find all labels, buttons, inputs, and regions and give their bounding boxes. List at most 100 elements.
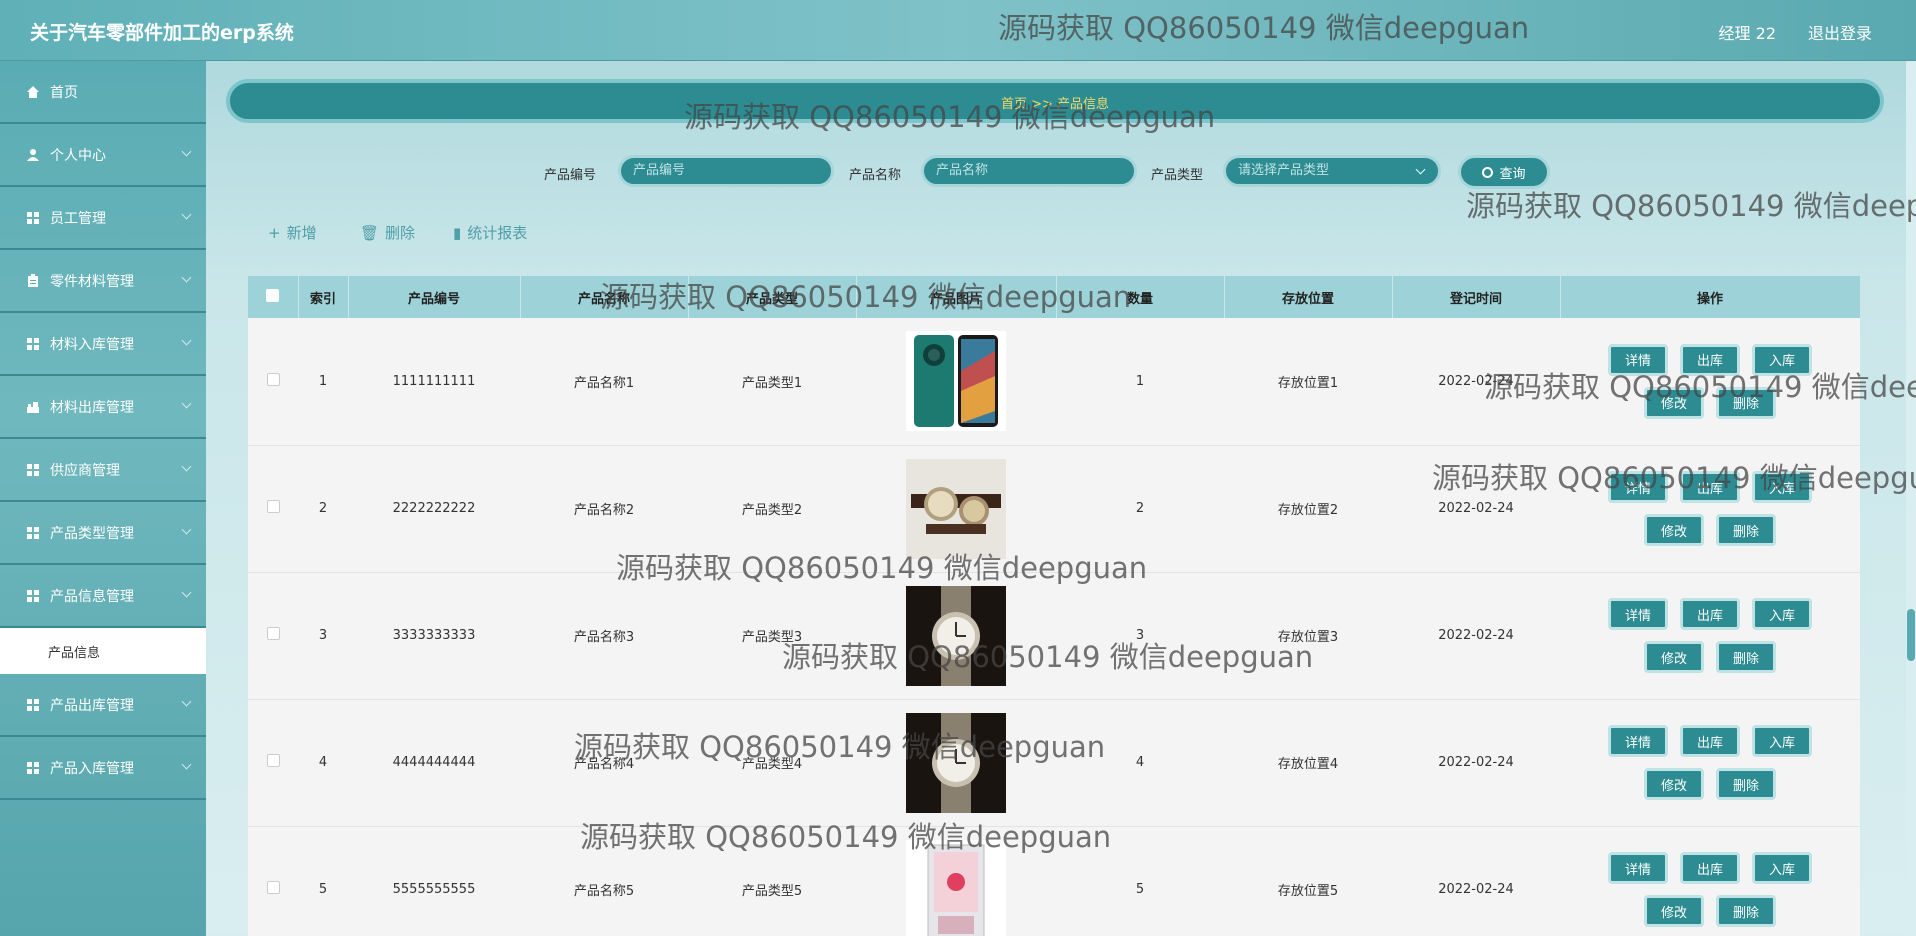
index-cell: 2 — [298, 445, 348, 573]
outbound-button[interactable]: 出库 — [1680, 471, 1740, 503]
edit-button[interactable]: 修改 — [1644, 641, 1704, 673]
remove-button[interactable]: 删除 — [1716, 641, 1776, 673]
sidebar-item[interactable]: 产品类型管理 — [0, 502, 206, 565]
row-checkbox[interactable] — [266, 500, 280, 513]
sidebar-item[interactable]: 首页 — [0, 61, 206, 124]
detail-button[interactable]: 详情 — [1608, 725, 1668, 757]
sidebar-item[interactable]: 产品信息管理 — [0, 565, 206, 628]
chevron-down-icon — [181, 524, 192, 535]
row-checkbox[interactable] — [266, 372, 280, 386]
product-image[interactable] — [906, 712, 1006, 813]
app-title: 关于汽车零部件加工的erp系统 — [30, 22, 294, 44]
operations-cell: 详情 出库 入库修改 删除 — [1560, 826, 1860, 936]
select-all-header[interactable] — [248, 276, 299, 318]
product-type-cell: 产品类型4 — [688, 699, 856, 827]
sidebar-item[interactable]: 产品出库管理 — [0, 674, 206, 737]
scrollbar[interactable] — [1906, 61, 1916, 936]
edit-button[interactable]: 修改 — [1644, 386, 1704, 419]
product-type-cell: 产品类型5 — [688, 826, 856, 936]
sidebar-item[interactable]: 材料入库管理 — [0, 313, 206, 376]
delete-button[interactable]: 🗑 删除 — [360, 222, 415, 243]
product-code-cell: 4444444444 — [348, 699, 520, 827]
bar-chart-icon: ▮ — [453, 223, 462, 242]
product-name-cell: 产品名称4 — [520, 699, 688, 827]
inbound-button[interactable]: 入库 — [1752, 852, 1812, 884]
operations-cell: 详情 出库 入库修改 删除 — [1560, 318, 1860, 446]
product-image[interactable] — [906, 585, 1006, 686]
product-name-cell: 产品名称5 — [520, 826, 688, 936]
date-cell: 2022-02-24 — [1392, 826, 1560, 936]
row-checkbox[interactable] — [266, 881, 280, 894]
grid-icon — [26, 761, 40, 775]
sidebar-item-label: 产品入库管理 — [50, 760, 134, 777]
column-header: 操作 — [1560, 276, 1860, 318]
sidebar-item[interactable]: 零件材料管理 — [0, 250, 206, 313]
remove-button[interactable]: 删除 — [1716, 386, 1776, 419]
product-image[interactable] — [906, 839, 1006, 936]
product-name-input[interactable]: 产品名称 — [921, 155, 1137, 187]
detail-button[interactable]: 详情 — [1608, 343, 1668, 376]
edit-button[interactable]: 修改 — [1644, 895, 1704, 927]
detail-button[interactable]: 详情 — [1608, 471, 1668, 503]
column-header: 产品类型 — [688, 276, 857, 318]
product-image[interactable] — [906, 458, 1006, 559]
column-header: 数量 — [1056, 276, 1225, 318]
row-select-cell — [248, 445, 298, 573]
sidebar-item[interactable]: 供应商管理 — [0, 439, 206, 502]
row-select-cell — [248, 318, 298, 446]
table-header-row: 索引 产品编号 产品名称 产品类型 产品图片 数量 存放位置 登记时间 操作 — [248, 276, 1860, 318]
chevron-down-icon — [181, 696, 192, 707]
operations-cell: 详情 出库 入库修改 删除 — [1560, 445, 1860, 573]
detail-button[interactable]: 详情 — [1608, 852, 1668, 884]
sidebar-subitem-product-info[interactable]: 产品信息 — [0, 628, 206, 674]
operations-cell: 详情 出库 入库修改 删除 — [1560, 699, 1860, 827]
sidebar-item[interactable]: 员工管理 — [0, 187, 206, 250]
logout-link[interactable]: 退出登录 — [1808, 20, 1872, 44]
table-row: 1 1111111111 产品名称1 产品类型1 1 存放位置1 2022-02-24 详情出… — [248, 318, 1860, 446]
detail-button[interactable]: 详情 — [1608, 598, 1668, 630]
report-button[interactable]: ▮ 统计报表 — [453, 222, 527, 243]
grid-icon — [26, 463, 40, 477]
product-type-select[interactable]: 请选择产品类型 — [1223, 155, 1441, 187]
outbound-button[interactable]: 出库 — [1680, 343, 1740, 376]
remove-button[interactable]: 删除 — [1716, 895, 1776, 927]
row-checkbox[interactable] — [266, 754, 280, 767]
product-code-cell: 5555555555 — [348, 826, 520, 936]
sidebar-item[interactable]: 产品入库管理 — [0, 737, 206, 800]
edit-button[interactable]: 修改 — [1644, 768, 1704, 800]
inbound-button[interactable]: 入库 — [1752, 471, 1812, 503]
breadcrumb-bar: 首页 >> 产品信息 — [226, 79, 1884, 123]
product-code-input[interactable]: 产品编号 — [618, 155, 834, 187]
product-type-cell: 产品类型3 — [688, 572, 856, 700]
add-button[interactable]: + 新增 — [268, 222, 317, 243]
delete-label: 删除 — [385, 224, 416, 242]
query-label: 查询 — [1499, 166, 1526, 182]
product-image[interactable] — [906, 331, 1006, 432]
sidebar-item-label: 材料出库管理 — [50, 399, 134, 416]
select-all-checkbox[interactable] — [266, 288, 280, 302]
grid-icon — [26, 698, 40, 712]
grid-icon — [26, 589, 40, 603]
product-code-cell: 1111111111 — [348, 318, 520, 446]
inbound-button[interactable]: 入库 — [1752, 598, 1812, 630]
product-code-cell: 2222222222 — [348, 445, 520, 573]
remove-button[interactable]: 删除 — [1716, 514, 1776, 546]
table-row: 4 4444444444 产品名称4 产品类型4 4 存放位置4 2022-02-24 详情出… — [248, 699, 1860, 827]
product-name-cell: 产品名称2 — [520, 445, 688, 573]
clipboard-icon — [26, 273, 40, 288]
inbound-button[interactable]: 入库 — [1752, 343, 1812, 376]
date-cell: 2022-02-24 — [1392, 699, 1560, 827]
outbound-button[interactable]: 出库 — [1680, 598, 1740, 630]
inbound-button[interactable]: 入库 — [1752, 725, 1812, 757]
watermark: 源码获取 QQ86050149 微信deepguan — [1466, 189, 1916, 223]
outbound-button[interactable]: 出库 — [1680, 852, 1740, 884]
grid-icon — [26, 211, 40, 225]
code-label: 产品编号 — [544, 168, 597, 183]
query-button[interactable]: 查询 — [1458, 155, 1550, 189]
edit-button[interactable]: 修改 — [1644, 514, 1704, 546]
scrollbar-thumb[interactable] — [1907, 609, 1915, 661]
outbound-button[interactable]: 出库 — [1680, 725, 1740, 757]
row-checkbox[interactable] — [266, 627, 280, 640]
remove-button[interactable]: 删除 — [1716, 768, 1776, 800]
sidebar-item[interactable]: 材料出库管理 — [0, 376, 206, 439]
